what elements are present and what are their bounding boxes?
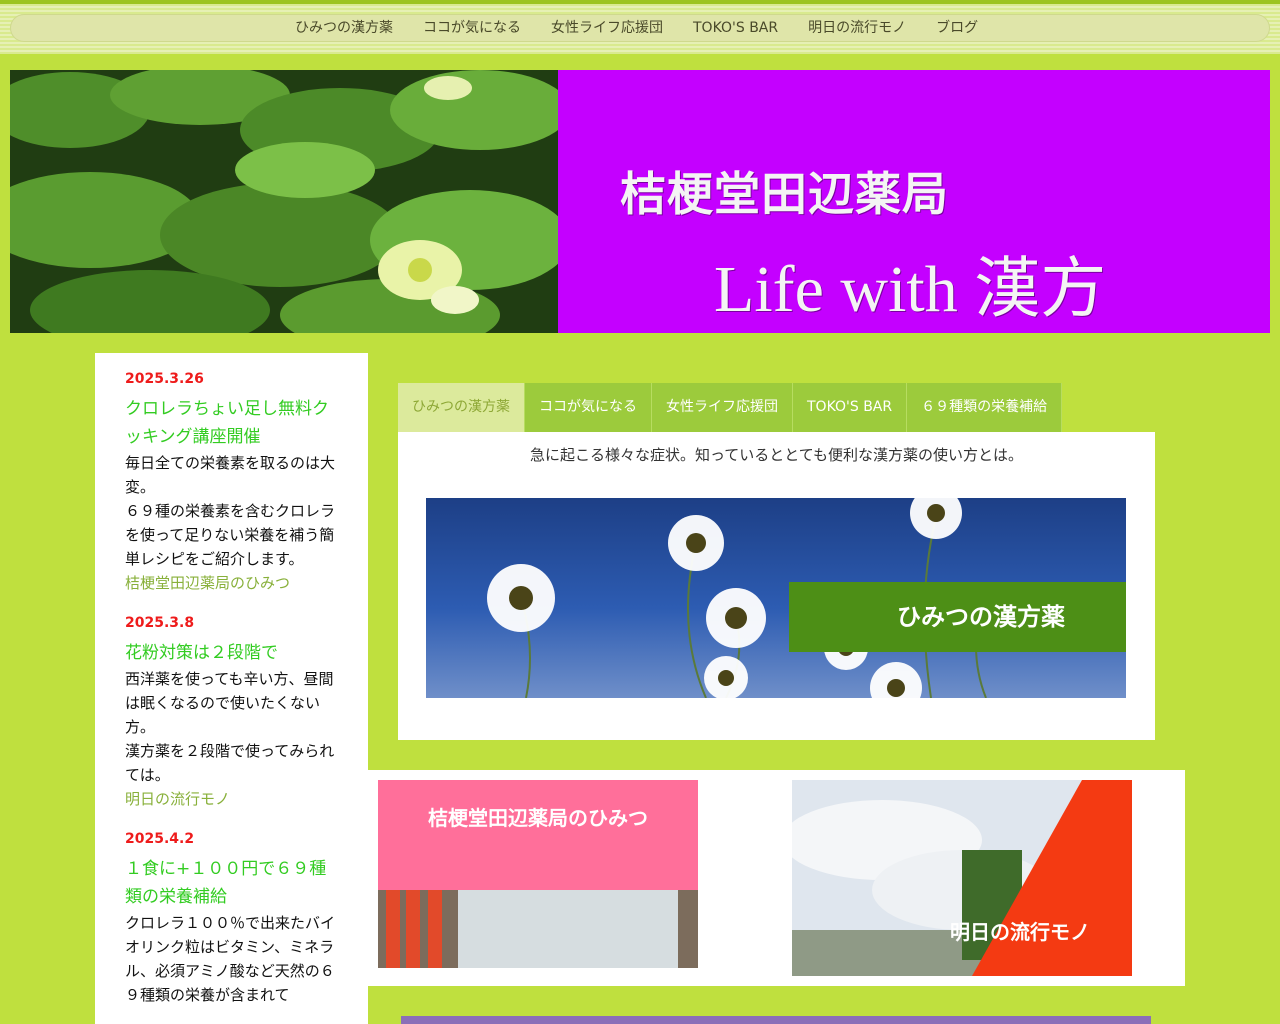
post-body: クロレラ１００％で出来たバイオリンク粒はビタミン、ミネラル、必須アミノ酸など天然… bbox=[125, 914, 336, 1004]
card-label: 明日の流行モノ bbox=[950, 920, 1090, 944]
banner-tagline: Life with 漢方 bbox=[714, 253, 1107, 326]
tab-himitsu[interactable]: ひみつの漢方薬 bbox=[398, 383, 525, 432]
card-label: 桔梗堂田辺薬局のひみつ bbox=[428, 806, 648, 830]
nav-item-kokoga[interactable]: ココが気になる bbox=[408, 18, 536, 38]
next-section-image bbox=[401, 1016, 1151, 1024]
pharmacy-secret-card[interactable]: 桔梗堂田辺薬局のひみつ bbox=[378, 780, 698, 968]
post-title-link[interactable]: １食に+１００円で６９種類の栄養補給 bbox=[125, 855, 338, 911]
post-date: 2025.3.8 bbox=[125, 615, 195, 631]
news-post: 2025.3.8 花粉対策は２段階で 西洋薬を使っても辛い方、昼間は眠くなるので… bbox=[125, 613, 338, 811]
nav-items: ひみつの漢方薬 ココが気になる 女性ライフ応援団 TOKO'S BAR 明日の流… bbox=[280, 18, 993, 38]
news-post: 2025.3.26 クロレラちょい足し無料クッキング講座開催 毎日全ての栄養素を… bbox=[125, 369, 338, 595]
nav-item-tokos-bar[interactable]: TOKO'S BAR bbox=[678, 18, 793, 38]
tab-josei[interactable]: 女性ライフ応援団 bbox=[652, 383, 793, 432]
trend-card[interactable]: 明日の流行モノ bbox=[792, 780, 1132, 976]
daisy-feature-image[interactable]: ひみつの漢方薬 bbox=[426, 498, 1126, 698]
tab-tokos-bar[interactable]: TOKO'S BAR bbox=[793, 383, 908, 432]
lily-pad-photo bbox=[10, 70, 570, 333]
tab-description: 急に起こる様々な症状。知っているととても便利な漢方薬の使い方とは。 bbox=[529, 446, 1024, 464]
top-navigation: ひみつの漢方薬 ココが気になる 女性ライフ応援団 TOKO'S BAR 明日の流… bbox=[0, 4, 1280, 54]
card-pink-header bbox=[378, 780, 698, 890]
tab-panel: 急に起こる様々な症状。知っているととても便利な漢方薬の使い方とは。 ひみつの漢方… bbox=[398, 432, 1155, 740]
nav-item-ashita[interactable]: 明日の流行モノ bbox=[793, 18, 921, 38]
tab-nutrition[interactable]: ６９種類の栄養補給 bbox=[907, 383, 1063, 432]
post-category-link[interactable]: 明日の流行モノ bbox=[125, 787, 338, 811]
news-post: 2025.4.2 １食に+１００円で６９種類の栄養補給 クロレラ１００％で出来た… bbox=[125, 829, 338, 1007]
tab-kokoga[interactable]: ココが気になる bbox=[525, 383, 652, 432]
nav-item-josei[interactable]: 女性ライフ応援団 bbox=[536, 18, 678, 38]
banner-title-panel: 桔梗堂田辺薬局 Life with 漢方 bbox=[558, 70, 1270, 333]
post-category-link[interactable]: 桔梗堂田辺薬局のひみつ bbox=[125, 571, 338, 595]
post-date: 2025.4.2 bbox=[125, 831, 195, 847]
post-title-link[interactable]: 花粉対策は２段階で bbox=[125, 639, 338, 667]
banner-title: 桔梗堂田辺薬局 bbox=[620, 167, 949, 221]
post-date: 2025.3.26 bbox=[125, 371, 204, 387]
content-tabs: ひみつの漢方薬 ココが気になる 女性ライフ応援団 TOKO'S BAR ６９種類… bbox=[398, 383, 1063, 432]
header-banner[interactable]: 桔梗堂田辺薬局 Life with 漢方 bbox=[10, 70, 1270, 333]
post-body: 西洋薬を使っても辛い方、昼間は眠くなるので使いたくない方。 漢方薬を２段階で使っ… bbox=[125, 670, 335, 784]
news-sidebar: 2025.3.26 クロレラちょい足し無料クッキング講座開催 毎日全ての栄養素を… bbox=[95, 353, 368, 1024]
nav-item-blog[interactable]: ブログ bbox=[921, 18, 993, 38]
nav-item-himitsu[interactable]: ひみつの漢方薬 bbox=[280, 18, 408, 38]
post-body: 毎日全ての栄養素を取るのは大変。 ６９種の栄養素を含むクロレラを使って足りない栄… bbox=[125, 454, 336, 568]
feature-cards: 桔梗堂田辺薬局のひみつ 明日の流行モノ bbox=[368, 770, 1185, 986]
feature-image-label: ひみつの漢方薬 bbox=[789, 582, 1126, 652]
post-title-link[interactable]: クロレラちょい足し無料クッキング講座開催 bbox=[125, 395, 338, 451]
